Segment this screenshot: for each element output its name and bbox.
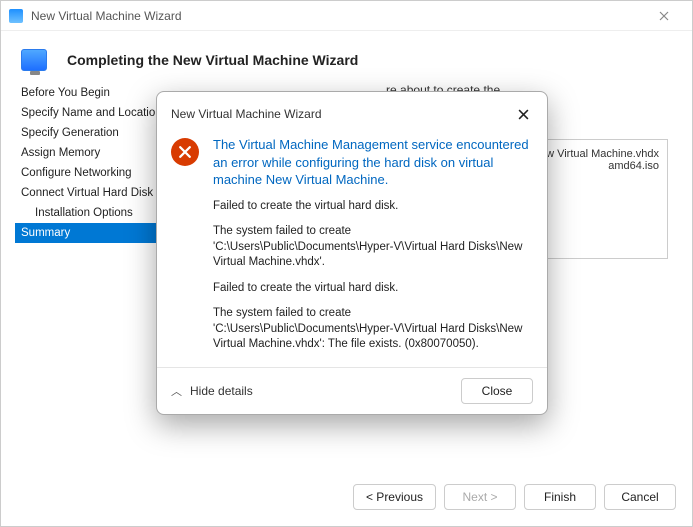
dialog-title: New Virtual Machine Wizard — [171, 107, 322, 121]
dialog-titlebar: New Virtual Machine Wizard — [157, 92, 547, 130]
dialog-message: The Virtual Machine Management service e… — [213, 136, 529, 189]
sidebar-item-specify-name[interactable]: Specify Name and Location — [15, 103, 173, 123]
dialog-close-action-button[interactable]: Close — [461, 378, 533, 404]
error-icon — [171, 138, 199, 166]
toggle-details-label: Hide details — [190, 384, 253, 398]
wizard-window: New Virtual Machine Wizard Completing th… — [0, 0, 693, 527]
previous-button[interactable]: < Previous — [353, 484, 436, 510]
titlebar: New Virtual Machine Wizard — [1, 1, 692, 31]
sidebar-item-configure-networking[interactable]: Configure Networking — [15, 163, 173, 183]
error-dialog: New Virtual Machine Wizard The Virtual M… — [156, 91, 548, 415]
sidebar-item-connect-vhd[interactable]: Connect Virtual Hard Disk — [15, 183, 173, 203]
sidebar-item-assign-memory[interactable]: Assign Memory — [15, 143, 173, 163]
dialog-footer: ︿ Hide details Close — [157, 367, 547, 414]
detail-line: Failed to create the virtual hard disk. — [213, 199, 529, 215]
detail-line: The system failed to create 'C:\Users\Pu… — [213, 306, 529, 353]
page-title: Completing the New Virtual Machine Wizar… — [67, 52, 358, 68]
sidebar-item-before-you-begin[interactable]: Before You Begin — [15, 83, 173, 103]
dialog-body: The Virtual Machine Management service e… — [157, 130, 547, 189]
dialog-details: Failed to create the virtual hard disk. … — [157, 189, 547, 367]
wizard-sidebar: Before You Begin Specify Name and Locati… — [15, 83, 173, 463]
cancel-button[interactable]: Cancel — [604, 484, 676, 510]
detail-line: Failed to create the virtual hard disk. — [213, 281, 529, 297]
wizard-header: Completing the New Virtual Machine Wizar… — [1, 31, 692, 83]
sidebar-item-summary[interactable]: Summary — [15, 223, 173, 243]
next-button: Next > — [444, 484, 516, 510]
chevron-up-icon: ︿ — [171, 383, 182, 399]
dialog-close-button[interactable] — [511, 102, 535, 126]
sidebar-item-specify-generation[interactable]: Specify Generation — [15, 123, 173, 143]
finish-button[interactable]: Finish — [524, 484, 596, 510]
app-icon — [9, 9, 23, 23]
window-title: New Virtual Machine Wizard — [31, 9, 182, 23]
sidebar-item-installation-options[interactable]: Installation Options — [15, 203, 173, 223]
wizard-footer: < Previous Next > Finish Cancel — [353, 484, 676, 510]
window-close-button[interactable] — [644, 1, 684, 31]
detail-line: The system failed to create 'C:\Users\Pu… — [213, 224, 529, 271]
wizard-icon — [21, 49, 47, 71]
toggle-details-button[interactable]: ︿ Hide details — [171, 383, 253, 399]
